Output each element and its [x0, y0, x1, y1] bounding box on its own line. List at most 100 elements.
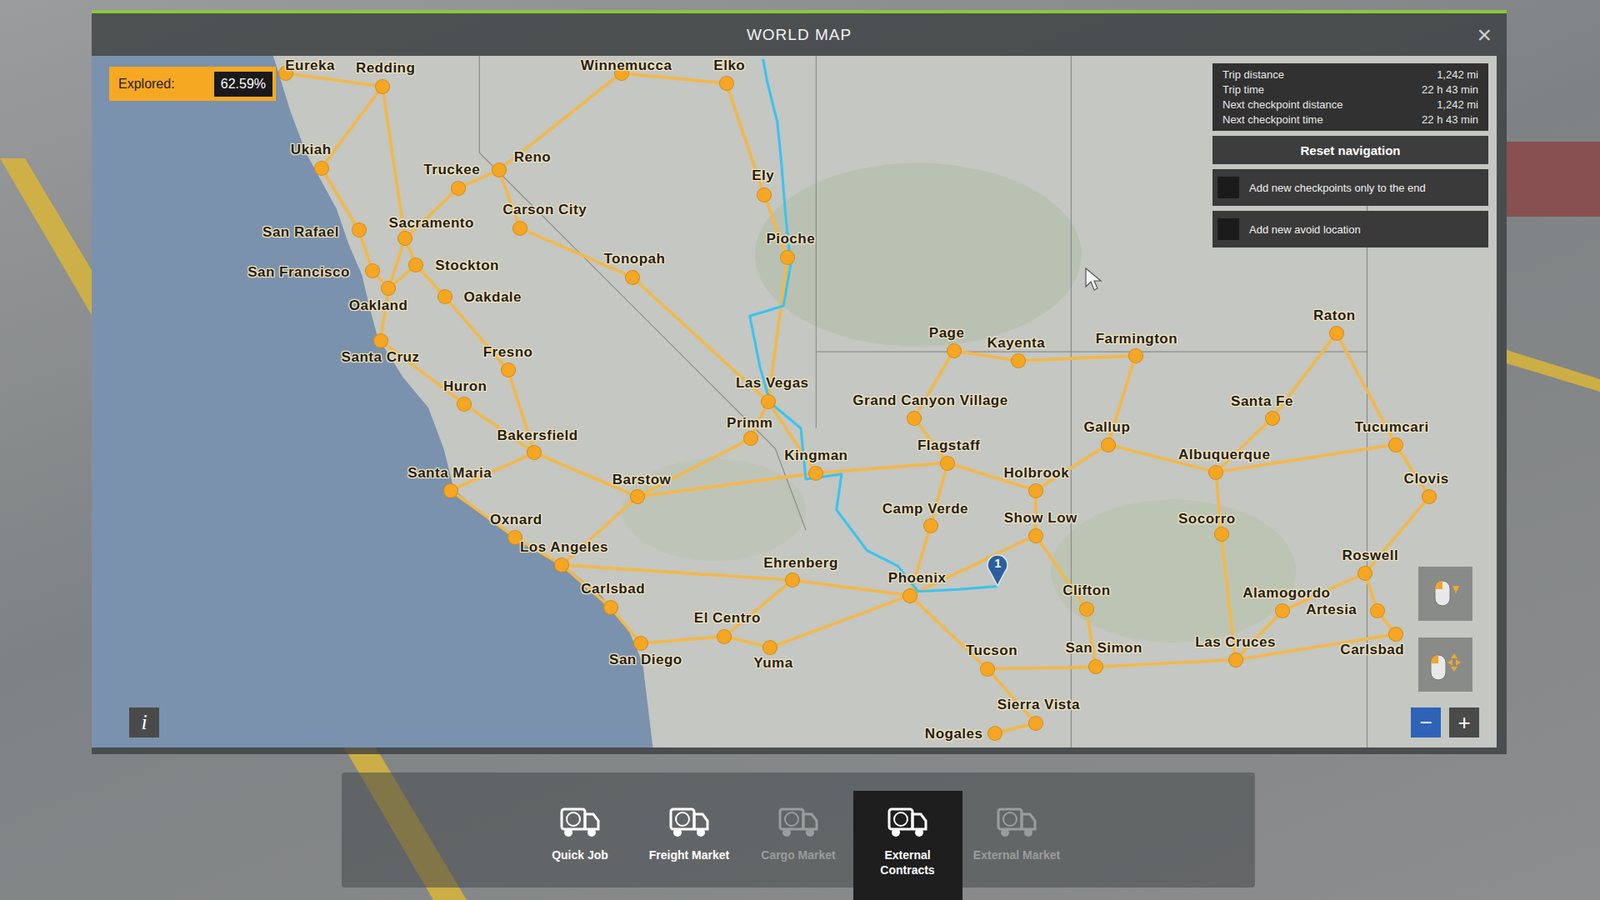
city-label[interactable]: Fresno [483, 344, 534, 361]
city-dot[interactable] [757, 188, 771, 202]
city-label[interactable]: Las Cruces [1195, 634, 1276, 651]
menu-item[interactable]: Cargo Market [744, 790, 854, 900]
city-label[interactable]: Stockton [435, 257, 500, 275]
city-label[interactable]: San Francisco [247, 264, 350, 281]
city-label[interactable]: Primm [726, 415, 773, 432]
menu-item[interactable]: Quick Job [525, 790, 635, 900]
city-dot[interactable] [1080, 602, 1094, 616]
city-label[interactable]: Elko [713, 57, 745, 75]
city-dot[interactable] [1215, 527, 1229, 541]
city-label[interactable]: Ukiah [290, 141, 332, 159]
city-label[interactable]: Clovis [1404, 470, 1450, 488]
city-dot[interactable] [1101, 438, 1115, 452]
city-label[interactable]: San Simon [1065, 640, 1143, 657]
city-dot[interactable] [1389, 438, 1403, 452]
city-label[interactable]: Socorro [1178, 510, 1236, 528]
menu-item[interactable]: External Contracts [853, 790, 963, 900]
city-label[interactable]: Oxnard [490, 511, 543, 529]
city-dot[interactable] [457, 397, 471, 411]
city-label[interactable]: Reno [514, 149, 552, 166]
city-dot[interactable] [924, 519, 938, 533]
city-label[interactable]: Show Low [1004, 510, 1078, 527]
city-dot[interactable] [720, 76, 734, 90]
city-label[interactable]: Redding [355, 60, 416, 77]
city-dot[interactable] [1370, 604, 1385, 618]
city-label[interactable]: Los Angeles [520, 539, 609, 556]
city-dot[interactable] [315, 161, 329, 175]
city-dot[interactable] [630, 490, 645, 504]
city-dot[interactable] [451, 181, 465, 195]
city-label[interactable]: Camp Verde [882, 500, 969, 518]
city-dot[interactable] [761, 395, 775, 409]
city-label[interactable]: Artesia [1305, 601, 1357, 619]
city-label[interactable]: Las Vegas [735, 375, 810, 392]
city-label[interactable]: Ely [751, 167, 775, 185]
city-label[interactable]: Santa Maria [407, 465, 492, 482]
city-label[interactable]: Santa Fe [1230, 393, 1294, 410]
city-dot[interactable] [375, 80, 390, 94]
city-dot[interactable] [940, 456, 955, 470]
city-label[interactable]: Kayenta [987, 335, 1046, 352]
city-label[interactable]: Holbrook [1004, 465, 1070, 482]
close-button[interactable]: × [1471, 20, 1497, 50]
city-label[interactable]: Huron [443, 378, 488, 395]
city-dot[interactable] [1265, 411, 1280, 425]
city-label[interactable]: Tucson [965, 642, 1018, 660]
city-dot[interactable] [717, 630, 731, 644]
city-label[interactable]: Tonopah [603, 250, 665, 268]
city-label[interactable]: Bakersfield [497, 427, 579, 445]
checkbox[interactable] [1217, 176, 1240, 199]
city-label[interactable]: Santa Cruz [341, 349, 420, 366]
city-label[interactable]: Yuma [753, 655, 793, 672]
city-dot[interactable] [508, 530, 522, 545]
city-dot[interactable] [947, 344, 961, 358]
city-label[interactable]: Flagstaff [917, 437, 980, 455]
city-dot[interactable] [1011, 354, 1025, 368]
city-label[interactable]: Barstow [612, 471, 672, 489]
option-row[interactable]: Add new checkpoints only to the end [1212, 169, 1489, 206]
city-dot[interactable] [501, 363, 515, 377]
city-label[interactable]: San Rafael [262, 224, 340, 241]
city-label[interactable]: Alamogordo [1242, 585, 1330, 602]
city-label[interactable]: Carlsbad [1340, 641, 1405, 659]
city-label[interactable]: Carlsbad [580, 580, 645, 598]
zoom-out-button[interactable]: − [1410, 707, 1441, 738]
menu-item[interactable]: External Market [962, 790, 1072, 900]
city-dot[interactable] [444, 484, 458, 498]
zoom-in-button[interactable]: + [1449, 707, 1480, 738]
city-label[interactable]: Nogales [925, 725, 984, 743]
city-label[interactable]: Oakdale [463, 289, 522, 306]
checkpoint-pin[interactable]: 1 [985, 553, 1010, 587]
city-dot[interactable] [1029, 716, 1043, 730]
city-label[interactable]: Pioche [765, 230, 815, 248]
city-label[interactable]: Oakland [349, 297, 409, 315]
city-label[interactable]: Albuquerque [1178, 446, 1270, 464]
city-dot[interactable] [398, 231, 412, 245]
city-label[interactable]: Truckee [423, 161, 480, 179]
city-label[interactable]: Clifton [1062, 582, 1110, 600]
map-area[interactable]: Eureka Redding Winnemucca Elko Ukiah Tru… [91, 55, 1497, 748]
city-label[interactable]: Tucumcari [1354, 419, 1429, 436]
city-dot[interactable] [1229, 653, 1243, 667]
city-dot[interactable] [1275, 604, 1290, 618]
city-dot[interactable] [1129, 349, 1143, 363]
city-dot[interactable] [438, 290, 452, 304]
city-dot[interactable] [1209, 465, 1223, 480]
city-dot[interactable] [1029, 529, 1043, 543]
city-dot[interactable] [492, 163, 506, 177]
city-dot[interactable] [374, 334, 388, 348]
city-dot[interactable] [1358, 566, 1372, 580]
city-dot[interactable] [634, 636, 648, 650]
city-label[interactable]: Ehrenberg [763, 555, 839, 572]
city-label[interactable]: Raton [1313, 307, 1356, 325]
city-dot[interactable] [980, 662, 995, 676]
city-label[interactable]: Kingman [784, 447, 848, 465]
city-dot[interactable] [988, 726, 1002, 740]
city-label[interactable]: Carson City [502, 201, 587, 219]
city-label[interactable]: Page [929, 325, 965, 342]
city-label[interactable]: Gallup [1083, 419, 1130, 436]
city-dot[interactable] [625, 270, 640, 285]
city-label[interactable]: Winnemucca [580, 57, 673, 75]
city-label[interactable]: El Centro [694, 610, 761, 627]
checkbox[interactable] [1217, 218, 1240, 240]
